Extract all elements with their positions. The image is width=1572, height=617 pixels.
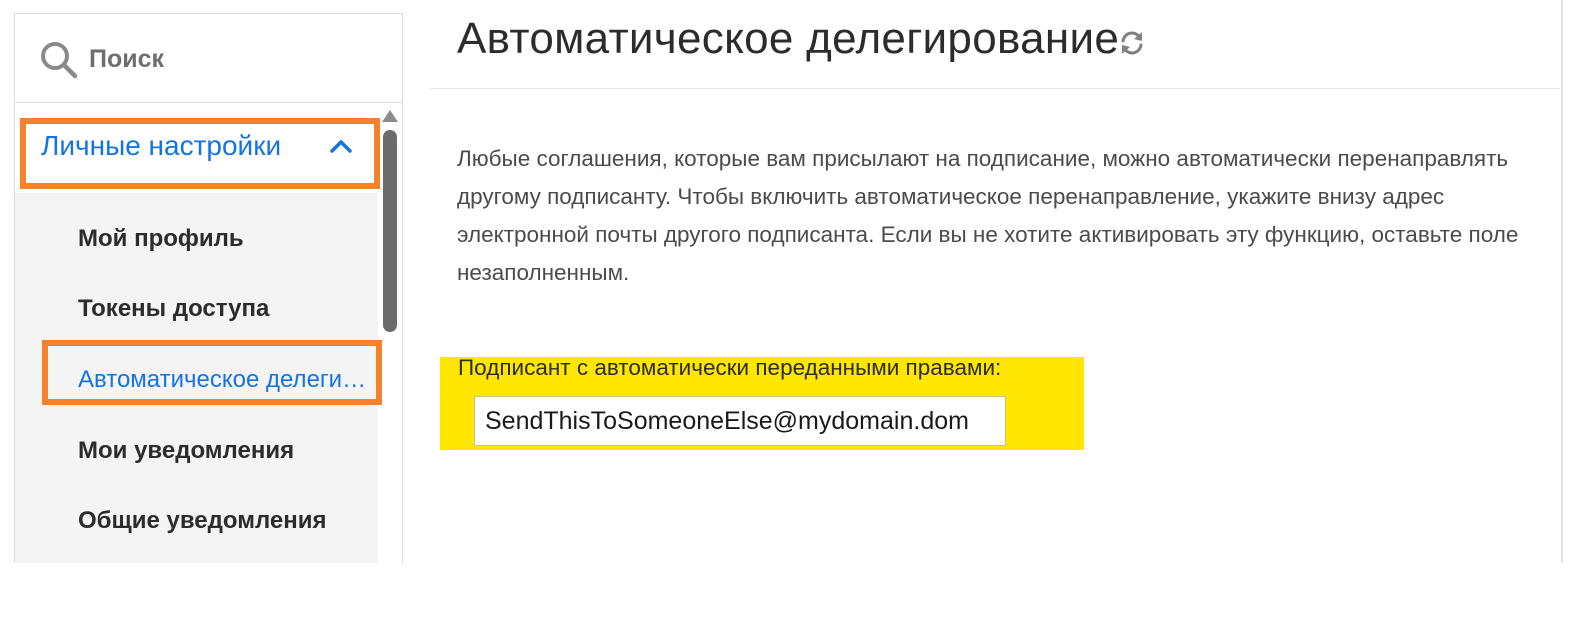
sidebar-item-my-profile[interactable]: Мой профиль bbox=[78, 225, 374, 253]
scroll-up-arrow-icon[interactable] bbox=[382, 110, 398, 122]
page-title: Автоматическое делегирование bbox=[457, 14, 1120, 63]
sidebar-item-my-notifications[interactable]: Мои уведомления bbox=[78, 437, 374, 465]
nav-section-personal-settings[interactable]: Личные настройки bbox=[15, 103, 378, 193]
nav-section-label: Личные настройки bbox=[41, 130, 282, 161]
sidebar: Личные настройки Мой профиль Токены дост… bbox=[14, 13, 403, 563]
sidebar-item-auto-delegation[interactable]: Автоматическое делеги… bbox=[78, 366, 374, 394]
main-header: Автоматическое делегирование bbox=[430, 0, 1560, 89]
search-input[interactable] bbox=[89, 38, 379, 80]
chevron-up-icon[interactable] bbox=[330, 139, 352, 153]
refresh-icon[interactable] bbox=[1118, 29, 1146, 57]
page: Личные настройки Мой профиль Токены дост… bbox=[0, 0, 1572, 617]
nav-panel: Личные настройки Мой профиль Токены дост… bbox=[15, 103, 378, 563]
description-text: Любые соглашения, которые вам присылают … bbox=[457, 146, 1519, 285]
scrollbar-thumb[interactable] bbox=[383, 130, 397, 332]
search-icon bbox=[41, 42, 78, 79]
delegate-label: Подписант с автоматически переданными пр… bbox=[458, 355, 1002, 380]
sidebar-item-access-tokens[interactable]: Токены доступа bbox=[78, 295, 374, 323]
sidebar-item-general-notifications[interactable]: Общие уведомления bbox=[78, 507, 374, 535]
content-border bbox=[1561, 0, 1563, 563]
delegate-email-input[interactable] bbox=[474, 396, 1006, 446]
search-box[interactable] bbox=[15, 14, 402, 103]
